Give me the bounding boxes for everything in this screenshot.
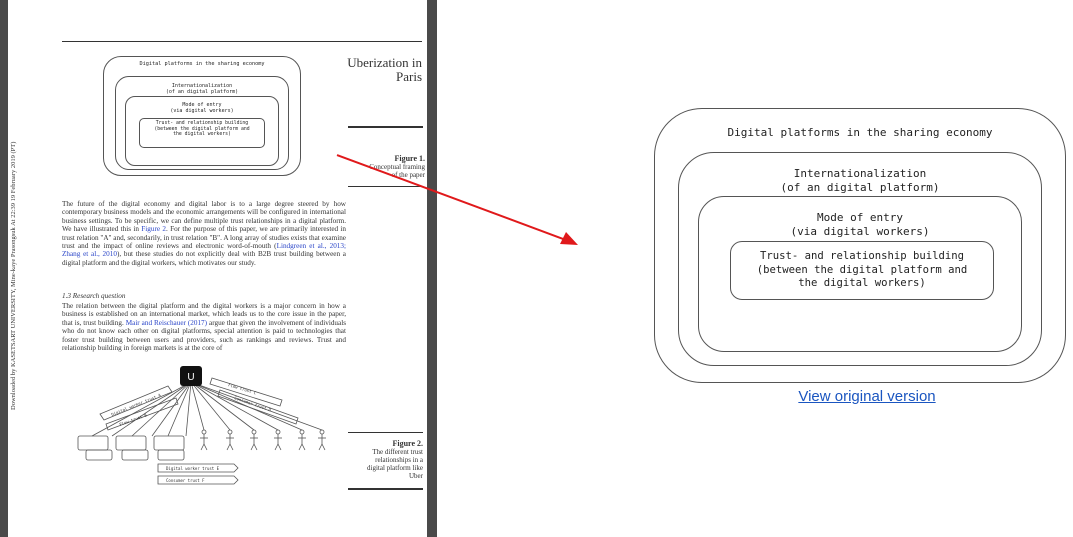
figure2-caption-line: The different trust — [372, 448, 423, 456]
person-icon — [226, 429, 234, 451]
trust-line — [190, 381, 205, 431]
car-icon — [121, 449, 149, 461]
viewer-left-border — [0, 0, 8, 537]
pdf-page: Downloaded by KASETSART UNIVERSITY, Mine… — [8, 0, 427, 537]
trust-line — [91, 381, 192, 437]
arrow-label: Consumer trust F — [166, 478, 205, 483]
figure2-caption-line: relationships in a — [375, 456, 423, 464]
arrow-head-icon — [560, 232, 578, 245]
car-icon — [85, 449, 113, 461]
view-original-link[interactable]: View original version — [654, 388, 1073, 405]
person-icon — [298, 429, 306, 451]
person-icon — [200, 429, 208, 451]
arrow-label: Flow trust C — [228, 382, 258, 395]
person-icon — [250, 429, 258, 451]
trust-line — [185, 381, 192, 437]
figure2-bottom-rule — [348, 488, 423, 490]
uber-hub-label: U — [187, 372, 194, 383]
car-icon — [77, 435, 109, 451]
figure2-rule — [348, 432, 423, 433]
arrow-label: Flow trust B — [119, 412, 148, 427]
viewer-divider — [427, 0, 437, 537]
car-icon — [157, 449, 185, 461]
arrow-label: Digital worker trust E — [166, 466, 220, 471]
figure1-enlarged: Digital platforms in the sharing economy… — [654, 108, 1066, 383]
car-icon — [115, 435, 147, 451]
figure2-label: Figure 2. — [392, 439, 423, 448]
person-icon — [274, 429, 282, 451]
internationalization-text: Internationalization (of an digital plat… — [780, 167, 940, 194]
figure2-caption: Figure 2. The different trust relationsh… — [353, 439, 423, 481]
figure2-caption-line: Uber — [409, 472, 423, 480]
mode-of-entry-text: Mode of entry (via digital workers) — [790, 211, 930, 238]
trust-building-box: Trust- and relationship building (betwee… — [730, 241, 994, 300]
figure2-caption-line: digital platform like — [367, 464, 423, 472]
person-icon — [318, 429, 326, 451]
car-icon — [153, 435, 185, 451]
outer-box-text: Digital platforms in the sharing economy — [727, 126, 993, 139]
trust-building-text: Trust- and relationship building (betwee… — [756, 250, 968, 289]
